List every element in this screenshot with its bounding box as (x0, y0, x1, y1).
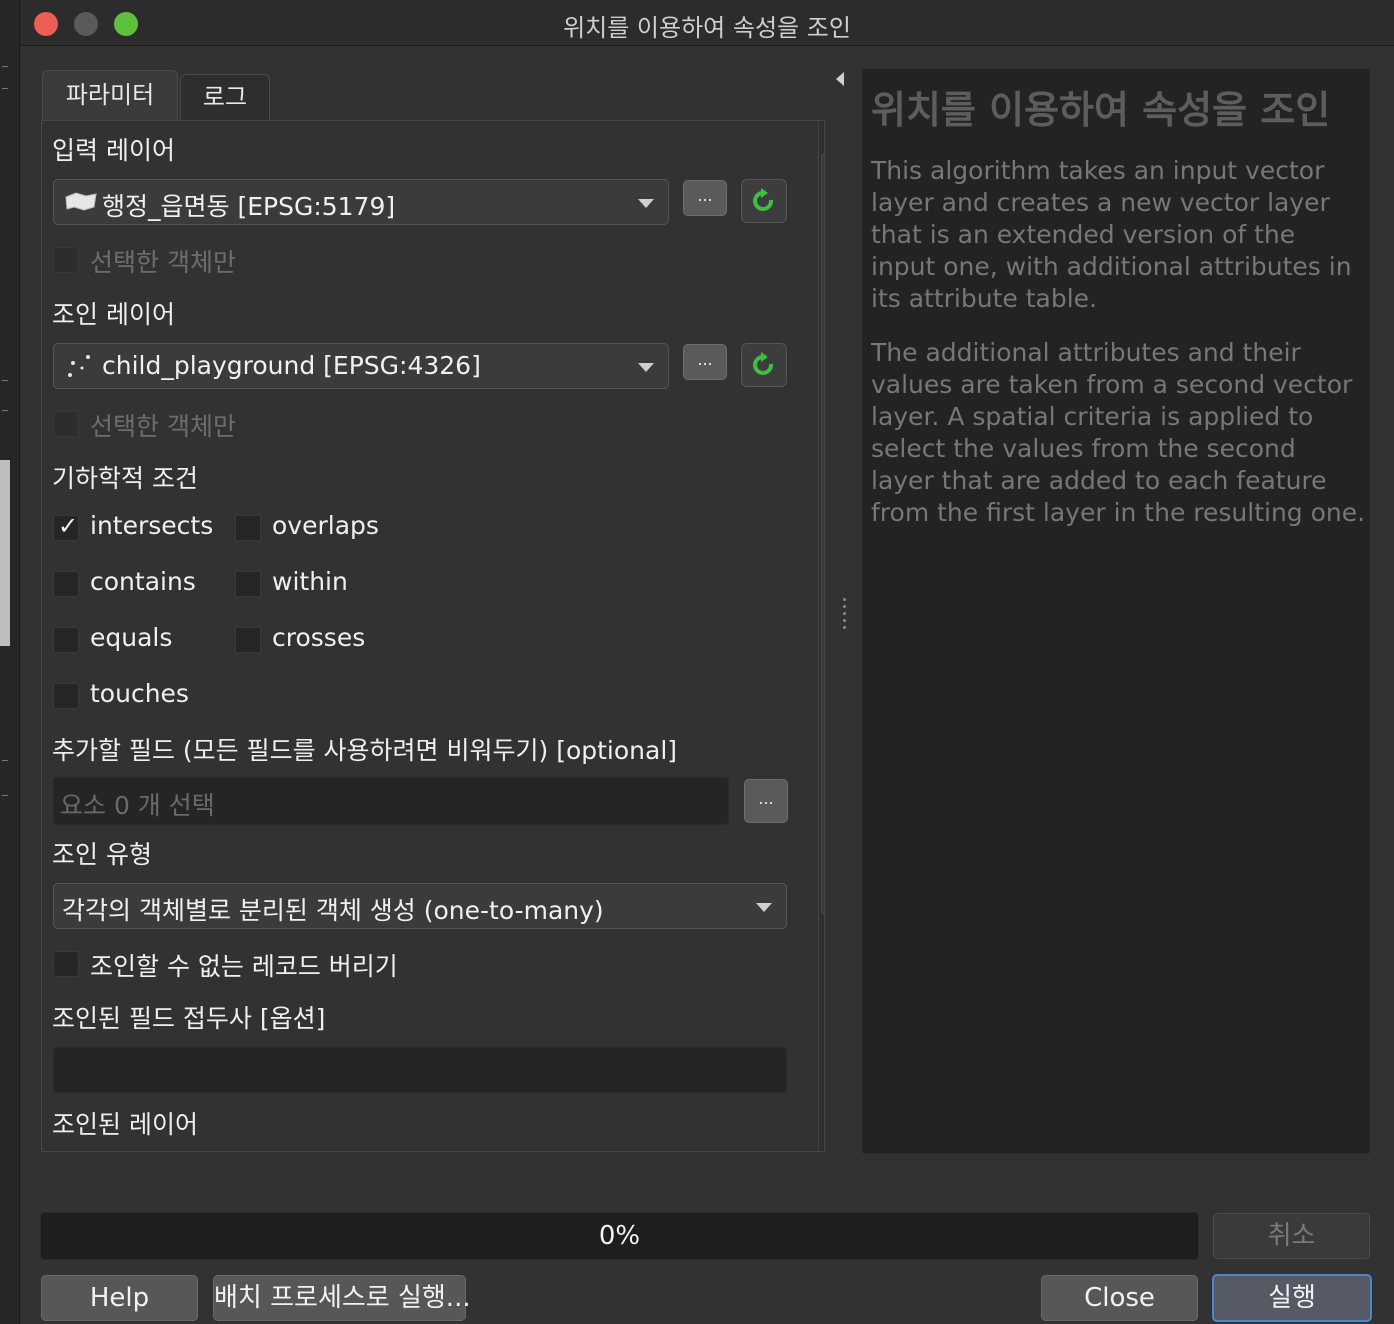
input-selected-only-label: 선택한 객체만 (90, 248, 236, 277)
joined-layer-label: 조인된 레이어 (52, 1110, 198, 1139)
background-window-edge (0, 0, 20, 1324)
join-type-value: 각각의 객체별로 분리된 객체 생성 (one-to-many) (62, 896, 604, 925)
chevron-down-icon (638, 363, 654, 372)
within-label: within (272, 567, 348, 596)
join-layer-browse-button[interactable]: ... (683, 344, 727, 380)
scrollbar-thumb[interactable] (821, 153, 824, 915)
check-icon: ✓ (58, 512, 79, 540)
join-layer-label: 조인 레이어 (52, 300, 175, 329)
join-selected-only-label: 선택한 객체만 (90, 412, 236, 441)
join-type-label: 조인 유형 (52, 840, 152, 869)
join-selected-only-checkbox[interactable] (53, 411, 79, 437)
crosses-checkbox[interactable] (235, 627, 261, 653)
intersects-label: intersects (90, 511, 214, 540)
discard-records-label: 조인할 수 없는 레코드 버리기 (90, 952, 398, 981)
close-button[interactable]: Close (1041, 1275, 1198, 1321)
refresh-icon (753, 188, 774, 211)
parameters-panel: 입력 레이어 행정_읍면동 [EPSG:5179] ... 선택한 객체만 조인… (41, 120, 825, 1152)
fields-to-add-browse-button[interactable]: ... (744, 779, 788, 823)
input-selected-only-checkbox[interactable] (53, 247, 79, 273)
fields-to-add-label: 추가할 필드 (모든 필드를 사용하려면 비워두기) [optional] (52, 736, 678, 765)
prefix-label: 조인된 필드 접두사 [옵션] (52, 1004, 326, 1033)
input-layer-combo[interactable]: 행정_읍면동 [EPSG:5179] (53, 179, 669, 225)
help-title: 위치를 이용하여 속성을 조인 (871, 88, 1331, 132)
background-tick (2, 410, 8, 411)
overlaps-checkbox[interactable] (235, 515, 261, 541)
equals-label: equals (90, 623, 173, 652)
background-tick (2, 66, 8, 67)
contains-checkbox[interactable] (53, 571, 79, 597)
background-tick (2, 795, 8, 796)
fields-to-add-placeholder: 요소 0 개 선택 (60, 791, 215, 820)
run-button[interactable]: 실행 (1212, 1274, 1372, 1322)
crosses-label: crosses (272, 623, 366, 652)
background-window-strip (0, 460, 10, 646)
touches-label: touches (90, 679, 189, 708)
join-type-combo[interactable]: 각각의 객체별로 분리된 객체 생성 (one-to-many) (53, 883, 787, 929)
prefix-input[interactable] (53, 1047, 787, 1093)
refresh-icon (753, 352, 774, 375)
help-paragraph-1: This algorithm takes an input vector lay… (871, 156, 1352, 313)
dialog-window: 위치를 이용하여 속성을 조인 파라미터 로그 입력 레이어 행정_읍면동 [E… (20, 0, 1394, 1324)
discard-records-checkbox[interactable] (53, 951, 79, 977)
cancel-button[interactable]: 취소 (1213, 1213, 1370, 1259)
background-tick (2, 380, 8, 381)
chevron-down-icon (756, 903, 772, 912)
equals-checkbox[interactable] (53, 627, 79, 653)
scroll-down-arrow-icon[interactable] (823, 1127, 824, 1147)
scroll-up-arrow-icon[interactable] (823, 127, 824, 147)
input-layer-value: 행정_읍면동 [EPSG:5179] (102, 192, 396, 221)
collapse-help-arrow-icon[interactable] (836, 72, 844, 86)
join-layer-combo[interactable]: child_playground [EPSG:4326] (53, 343, 669, 389)
background-tick (2, 760, 8, 761)
background-tick (2, 88, 8, 89)
join-layer-iterate-button[interactable] (741, 343, 787, 387)
touches-checkbox[interactable] (53, 683, 79, 709)
overlaps-label: overlaps (272, 511, 379, 540)
batch-process-button[interactable]: 배치 프로세스로 실행... (213, 1275, 471, 1321)
contains-label: contains (90, 567, 196, 596)
tab-log[interactable]: 로그 (180, 74, 270, 120)
chevron-down-icon (638, 199, 654, 208)
help-pane: 위치를 이용하여 속성을 조인 This algorithm takes an … (862, 68, 1370, 1154)
within-checkbox[interactable] (235, 571, 261, 597)
intersects-checkbox[interactable]: ✓ (53, 512, 79, 541)
predicates-label: 기하학적 조건 (52, 464, 198, 493)
polygon-layer-icon (65, 192, 97, 211)
help-button[interactable]: Help (41, 1275, 198, 1321)
window-title: 위치를 이용하여 속성을 조인 (563, 14, 851, 42)
input-layer-browse-button[interactable]: ... (683, 180, 727, 216)
input-layer-label: 입력 레이어 (52, 136, 175, 165)
title-bar: 위치를 이용하여 속성을 조인 (20, 0, 1394, 46)
tab-parameters[interactable]: 파라미터 (42, 70, 178, 120)
join-layer-value: child_playground [EPSG:4326] (102, 351, 481, 380)
pane-splitter-handle[interactable] (843, 598, 847, 634)
fields-to-add-input[interactable]: 요소 0 개 선택 (53, 777, 729, 825)
input-layer-iterate-button[interactable] (741, 179, 787, 223)
point-layer-icon (68, 355, 90, 377)
progress-bar: 0% (40, 1212, 1199, 1260)
parameters-scrollbar[interactable] (818, 121, 824, 1151)
help-paragraph-2: The additional attributes and their valu… (871, 338, 1366, 527)
